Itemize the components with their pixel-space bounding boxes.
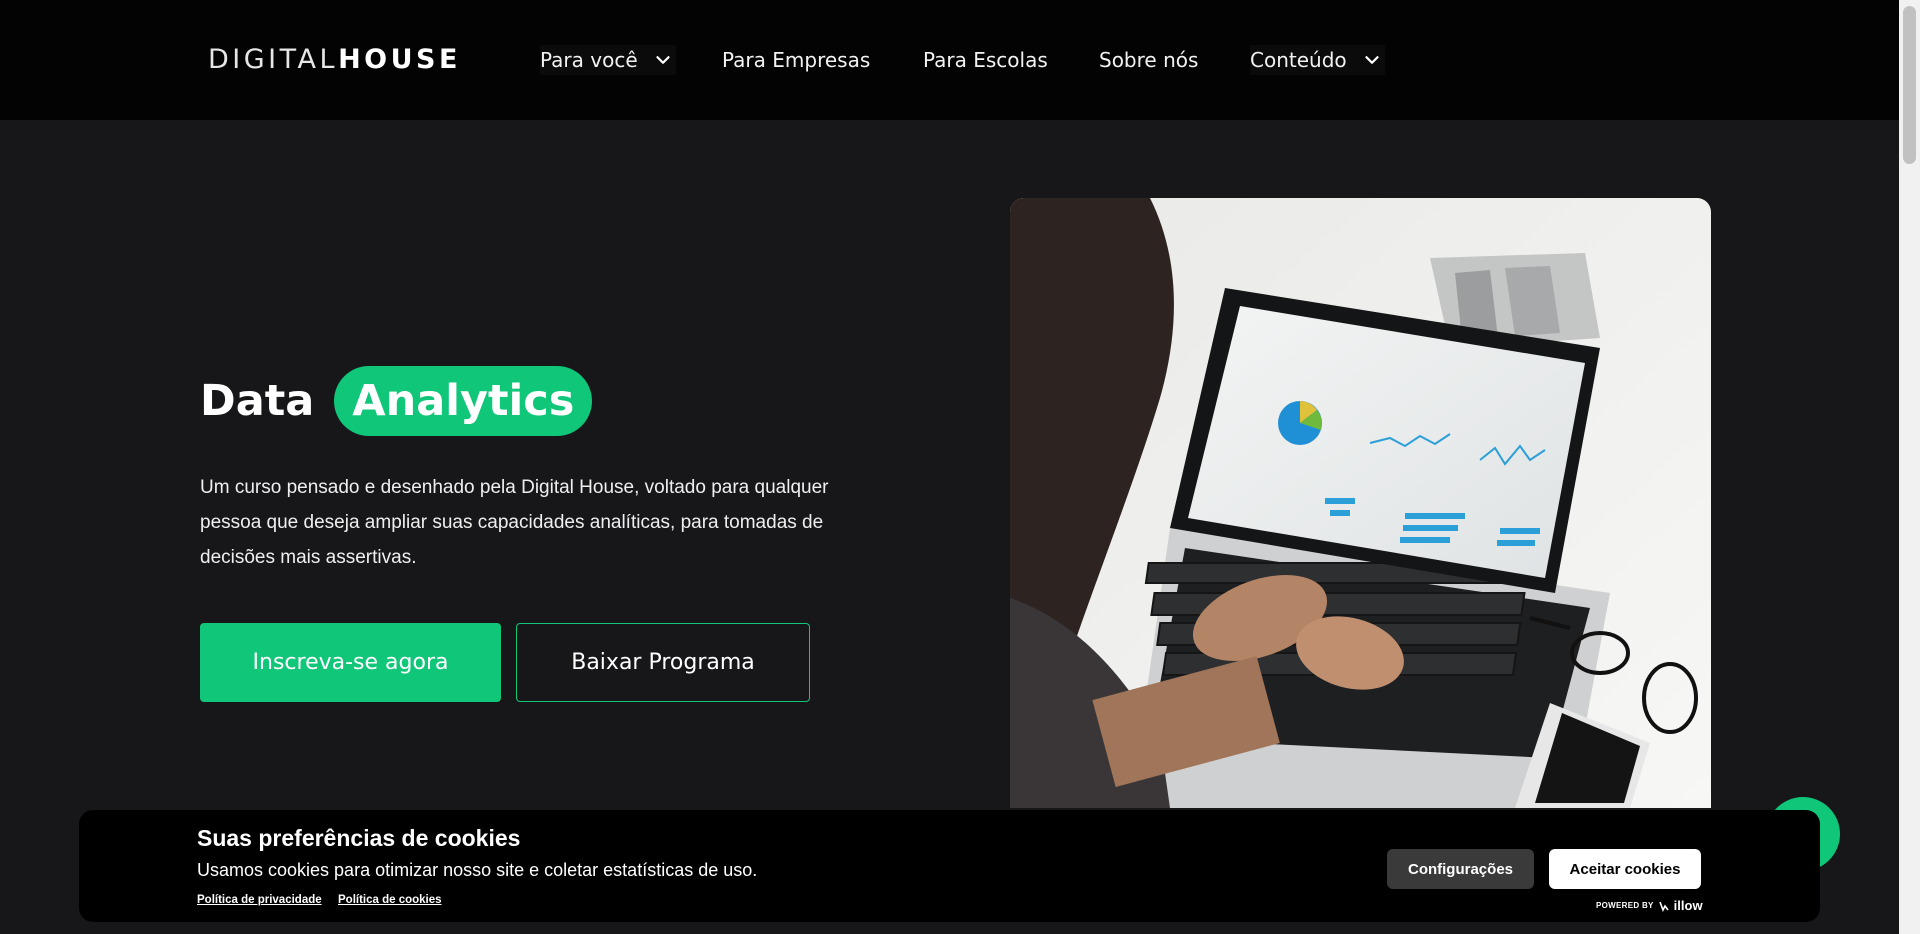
logo-part-thin: DIGITAL (208, 44, 339, 75)
page-scrollbar[interactable] (1899, 0, 1920, 934)
nav-label: Conteúdo (1250, 48, 1347, 72)
accept-cookies-button[interactable]: Aceitar cookies (1549, 849, 1701, 889)
nav-para-escolas[interactable]: Para Escolas (923, 45, 1048, 75)
nav-label: Para Escolas (923, 48, 1048, 72)
logo-part-bold: HOUSE (338, 44, 461, 75)
enroll-button[interactable]: Inscreva-se agora (200, 623, 501, 702)
nav-label: Sobre nós (1099, 48, 1199, 72)
nav-label: Para Empresas (722, 48, 871, 72)
title-highlight-pill: Analytics (334, 366, 593, 436)
nav-label: Para você (540, 48, 638, 72)
cookie-policy-link[interactable]: Política de cookies (338, 894, 442, 906)
nav-conteudo[interactable]: Conteúdo (1250, 45, 1385, 75)
logo[interactable]: DIGITALHOUSE (208, 44, 461, 75)
cookie-title: Suas preferências de cookies (197, 825, 521, 851)
powered-by-brand: illow (1673, 898, 1703, 913)
nav-para-empresas[interactable]: Para Empresas (722, 45, 870, 75)
hero-image (1010, 198, 1711, 808)
download-program-button[interactable]: Baixar Programa (516, 623, 810, 702)
scrollbar-thumb[interactable] (1903, 6, 1916, 164)
powered-by-illow[interactable]: POWERED BY illow (1596, 898, 1703, 913)
privacy-policy-link[interactable]: Política de privacidade (197, 894, 322, 906)
chevron-down-icon (1365, 55, 1379, 64)
illow-logo-icon (1658, 901, 1669, 912)
cookie-banner: Suas preferências de cookies Usamos cook… (79, 810, 1820, 922)
laptop-analytics-photo-icon (1010, 198, 1711, 808)
course-description: Um curso pensado e desenhado pela Digita… (200, 477, 829, 568)
cookie-settings-button[interactable]: Configurações (1387, 849, 1534, 889)
nav-sobre-nos[interactable]: Sobre nós (1099, 45, 1198, 75)
nav-para-voce[interactable]: Para você (540, 45, 676, 75)
cookie-text: Usamos cookies para otimizar nosso site … (197, 860, 758, 880)
page-title: Data Analytics (200, 366, 593, 436)
title-word: Data (200, 376, 315, 426)
site-header: DIGITALHOUSE Para você Para Empresas Par… (0, 0, 1899, 120)
powered-by-label: POWERED BY (1596, 901, 1654, 910)
chevron-down-icon (656, 55, 670, 64)
